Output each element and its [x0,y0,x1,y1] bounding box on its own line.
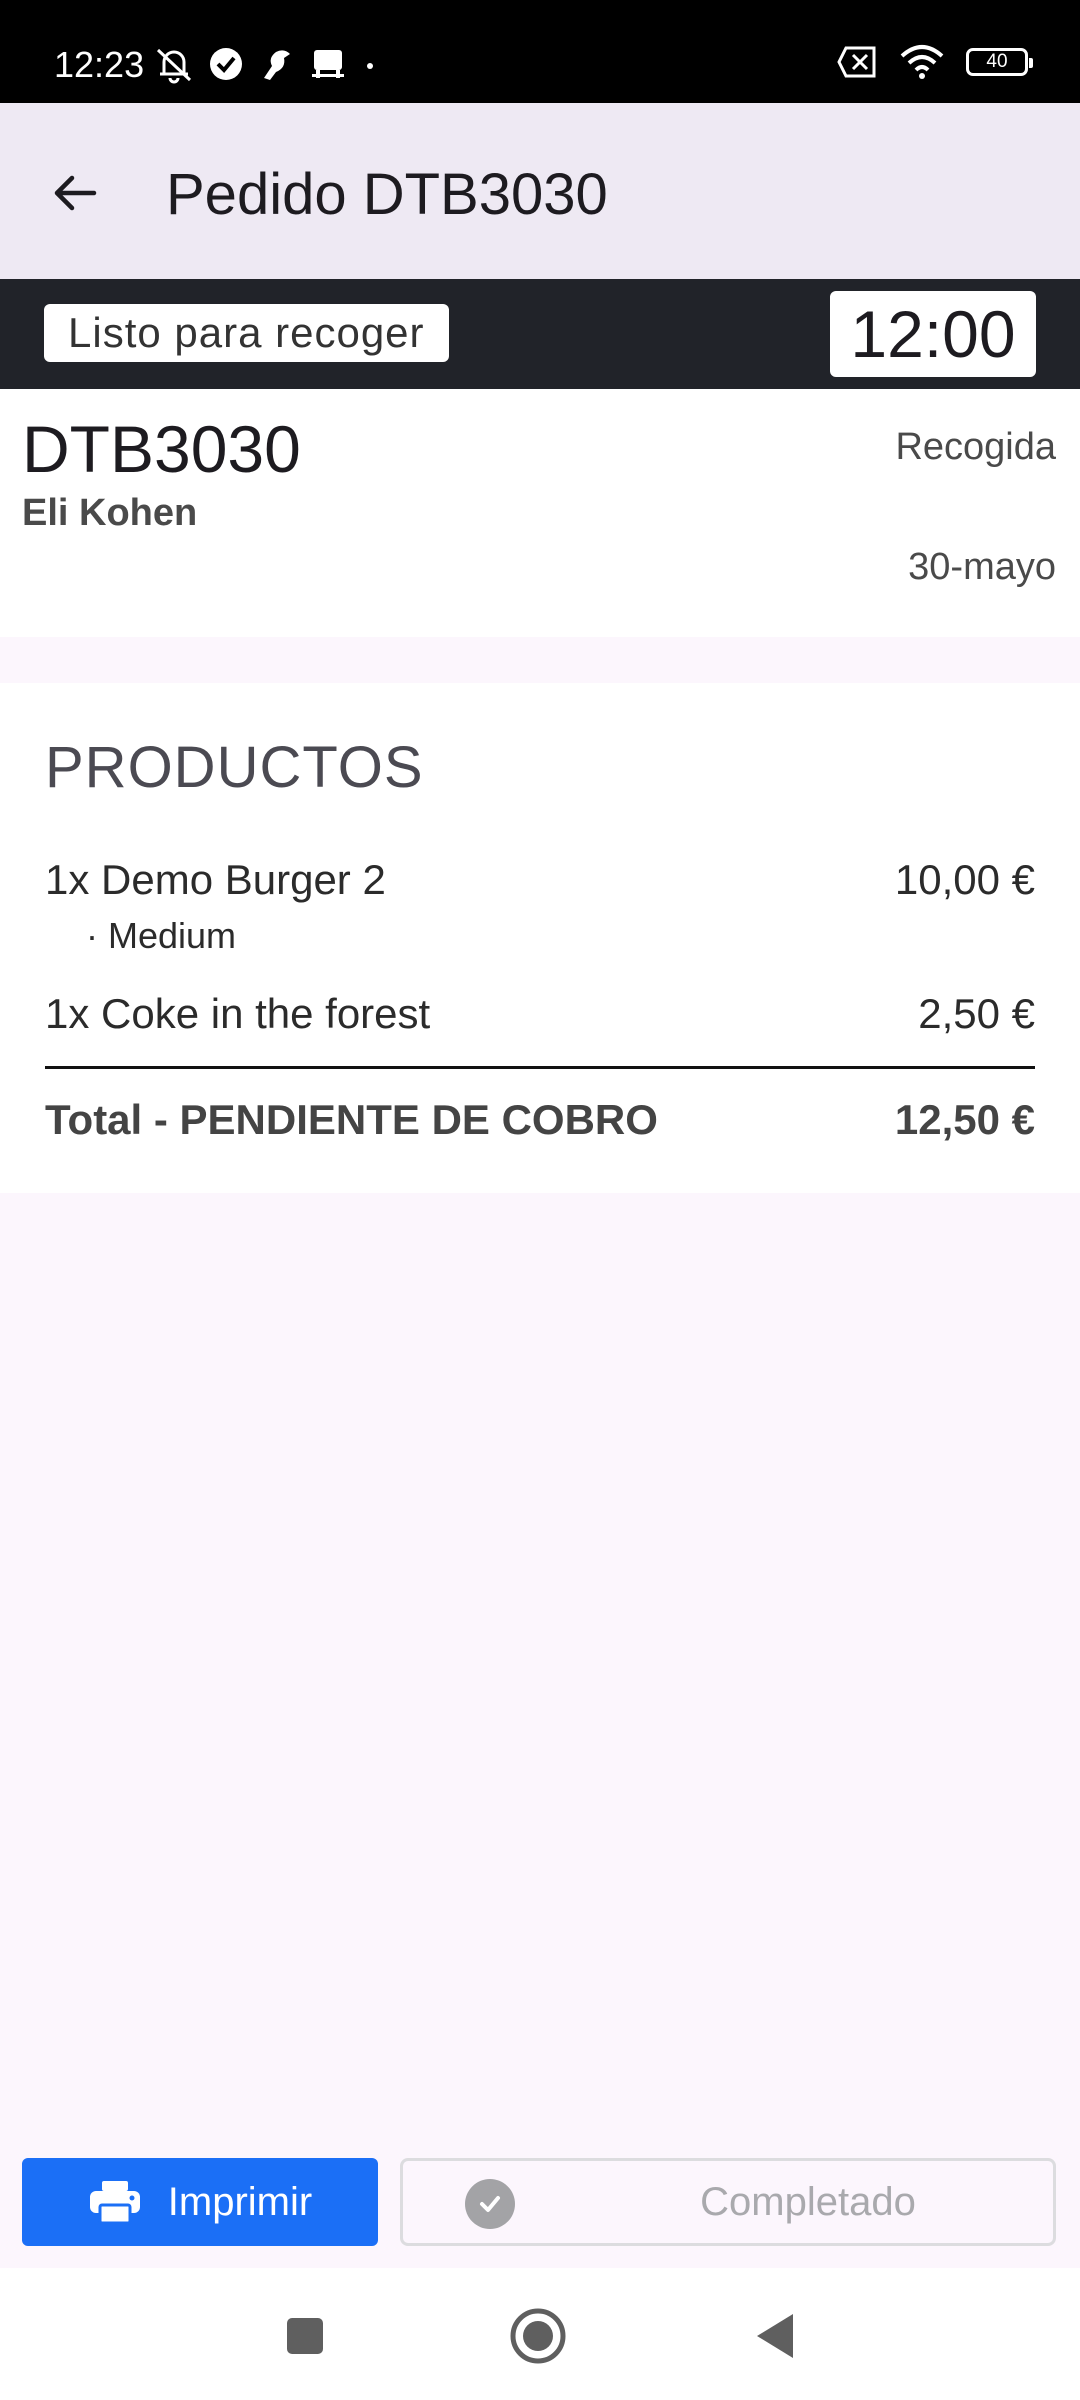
item-price: 10,00 € [894,856,1035,903]
total-price: 12,50 € [894,1096,1035,1143]
complete-button[interactable]: Completado [400,2158,1056,2246]
status-badge: Listo para recoger [44,304,449,362]
print-button-label: Imprimir [167,2179,313,2224]
battery-icon: 40 [966,48,1033,76]
printer-icon [89,2181,140,2225]
print-button[interactable]: Imprimir [22,2158,378,2246]
total-label: Total - PENDIENTE DE COBRO [45,1096,658,1143]
back-button[interactable] [30,148,120,238]
list-item: 1x Coke in the forest 2,50 € [45,989,1035,1039]
system-nav-bar [0,2268,1080,2400]
home-button[interactable] [508,2306,568,2366]
bird-icon [256,44,296,84]
divider [45,1066,1035,1069]
delivery-cart-icon [308,44,348,84]
check-circle-icon [208,46,244,82]
order-type: Recogida [895,426,1056,468]
customer-name: Eli Kohen [22,492,198,534]
status-left-icons [152,44,380,84]
wifi-icon [900,44,944,80]
page-title: Pedido DTB3030 [166,162,608,227]
circle-home-icon [510,2308,566,2364]
list-item: 1x Demo Burger 2 10,00 € [45,855,1035,905]
item-label: 1x Demo Burger 2 [45,856,386,903]
products-heading: PRODUCTOS [45,735,424,800]
dot-icon [360,44,380,84]
no-sim-icon [836,45,878,79]
status-time: 12:23 [54,44,145,85]
order-date: 30-mayo [908,546,1056,588]
status-right-icons: 40 [836,44,1033,80]
mute-bell-icon [152,44,196,84]
item-modifier: · Medium [86,915,237,956]
item-label: 1x Coke in the forest [45,990,431,1037]
triangle-back-icon [757,2314,793,2358]
complete-button-label: Completado [700,2179,916,2224]
arrow-back-icon [54,175,97,211]
app-bar: Pedido DTB3030 [0,103,1080,279]
order-code: DTB3030 [22,412,301,486]
order-status-strip: Listo para recoger 12:00 [0,279,1080,389]
order-info-card: DTB3030 Eli Kohen Recogida 30-mayo [0,389,1080,637]
item-price: 2,50 € [918,990,1035,1037]
square-icon [287,2318,323,2354]
pickup-time: 12:00 [830,291,1036,377]
total-row: Total - PENDIENTE DE COBRO 12,50 € [45,1095,1035,1145]
products-card: PRODUCTOS 1x Demo Burger 2 10,00 € · Med… [0,683,1080,1193]
recents-button[interactable] [275,2306,335,2366]
back-nav-button[interactable] [745,2306,805,2366]
status-bar: 12:23 40 [0,0,1080,103]
